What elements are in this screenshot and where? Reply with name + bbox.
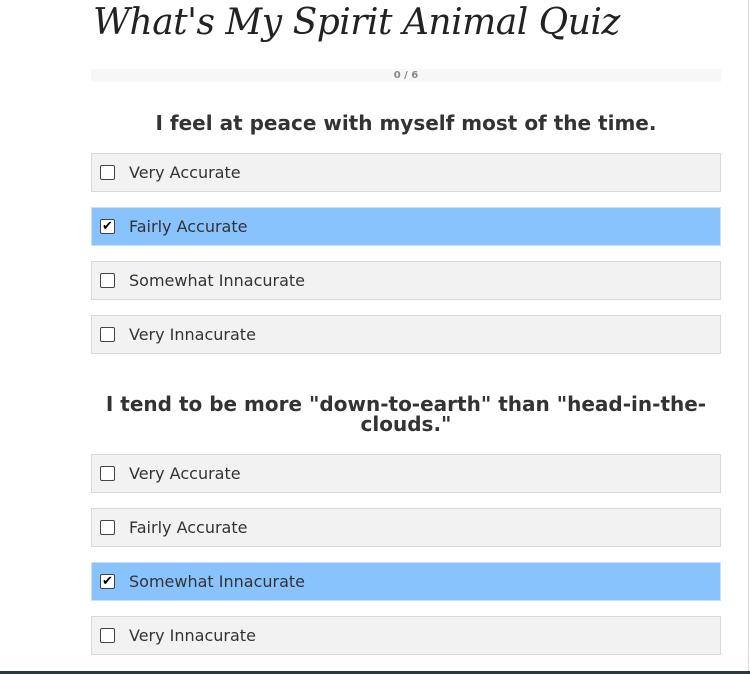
option-label: Very Innacurate — [129, 626, 256, 645]
checkbox-checked[interactable]: ✔ — [100, 574, 115, 589]
checkbox-unchecked[interactable] — [100, 327, 115, 342]
option-label: Fairly Accurate — [129, 518, 248, 537]
progress-bar: 0 / 6 — [91, 69, 721, 82]
checkbox-unchecked[interactable] — [100, 273, 115, 288]
checkmark-icon: ✔ — [102, 219, 113, 234]
question-2-option[interactable]: Very Accurate — [91, 454, 721, 493]
progress-text: 0 / 6 — [393, 70, 419, 81]
question-2-option[interactable]: Very Innacurate — [91, 616, 721, 655]
checkbox-unchecked[interactable] — [100, 520, 115, 535]
option-label: Somewhat Innacurate — [129, 572, 306, 591]
question-1-option[interactable]: Very Accurate — [91, 153, 721, 192]
scrollbar-edge — [748, 0, 749, 671]
question-1-option[interactable]: Somewhat Innacurate — [91, 261, 721, 300]
option-label: Somewhat Innacurate — [129, 271, 306, 290]
question-2-option[interactable]: ✔ Somewhat Innacurate — [91, 562, 721, 601]
option-label: Very Innacurate — [129, 325, 256, 344]
question-1-option[interactable]: Very Innacurate — [91, 315, 721, 354]
option-label: Very Accurate — [129, 163, 241, 182]
option-label: Fairly Accurate — [129, 217, 248, 236]
question-2-title: I tend to be more "down-to-earth" than "… — [105, 392, 707, 436]
checkbox-unchecked[interactable] — [100, 628, 115, 643]
checkbox-unchecked[interactable] — [100, 165, 115, 180]
checkbox-unchecked[interactable] — [100, 466, 115, 481]
question-1-option[interactable]: ✔ Fairly Accurate — [91, 207, 721, 246]
question-1-title: I feel at peace with myself most of the … — [155, 111, 657, 135]
option-label: Very Accurate — [129, 464, 241, 483]
checkbox-checked[interactable]: ✔ — [100, 219, 115, 234]
quiz-title: What's My Spirit Animal Quiz — [93, 2, 620, 43]
question-2-option[interactable]: Fairly Accurate — [91, 508, 721, 547]
checkmark-icon: ✔ — [102, 574, 113, 589]
